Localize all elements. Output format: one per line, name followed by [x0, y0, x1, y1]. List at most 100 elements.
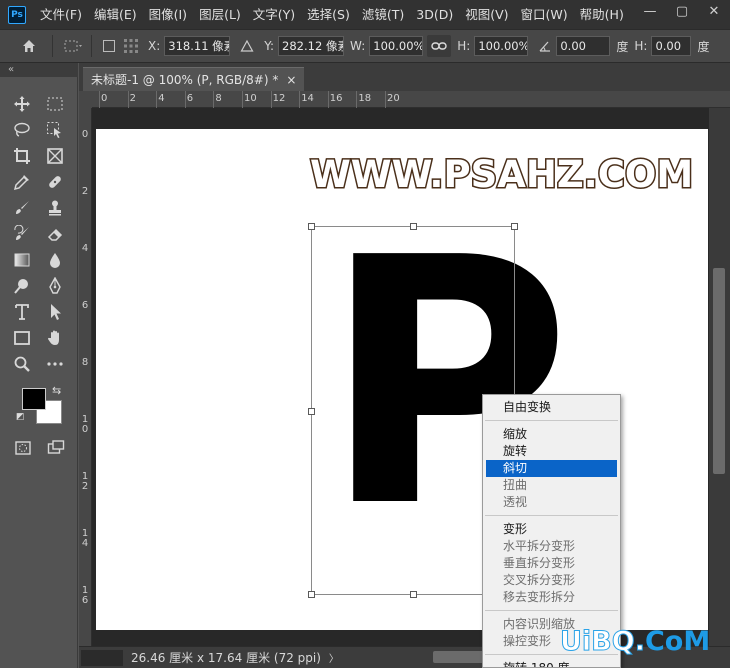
- more-tools-icon[interactable]: [43, 353, 67, 375]
- horizontal-ruler[interactable]: 0 2 4 6 8 10 12 14 16 18 20: [92, 91, 730, 108]
- ruler-label: 6: [186, 93, 194, 104]
- options-bar: X: 318.11 像素 Y: 282.12 像素 W: 100.00% H: …: [0, 29, 730, 63]
- marquee-tool-icon[interactable]: [43, 93, 67, 115]
- eyedropper-tool-icon[interactable]: [10, 171, 34, 193]
- minimize-button[interactable]: —: [634, 0, 666, 22]
- ruler-tick: [242, 91, 243, 108]
- menu-view[interactable]: 视图(V): [459, 0, 514, 29]
- document-tab-title: 未标题-1 @ 100% (P, RGB/8#) *: [91, 73, 279, 87]
- clone-stamp-tool-icon[interactable]: [43, 197, 67, 219]
- menu-separator: [485, 610, 618, 611]
- menu-item-skew[interactable]: 斜切: [486, 460, 617, 477]
- vertical-scrollbar[interactable]: [709, 108, 730, 646]
- menu-window[interactable]: 窗口(W): [515, 0, 574, 29]
- horizontal-skew-field[interactable]: 0.00: [651, 36, 692, 56]
- foreground-color-swatch[interactable]: [22, 388, 46, 410]
- ruler-label: 4: [81, 243, 89, 254]
- reference-point-checkbox[interactable]: [98, 35, 120, 57]
- width-scale-field[interactable]: 100.00%: [369, 36, 424, 56]
- blur-tool-icon[interactable]: [43, 249, 67, 271]
- maximize-button[interactable]: ▢: [666, 0, 698, 22]
- menu-3d[interactable]: 3D(D): [410, 0, 459, 29]
- close-button[interactable]: ✕: [698, 0, 730, 22]
- window-controls: — ▢ ✕: [634, 0, 730, 29]
- type-tool-icon[interactable]: [10, 301, 34, 323]
- menu-item-rotate[interactable]: 旋转: [483, 443, 620, 460]
- ruler-tick: [385, 91, 386, 108]
- toolbar-collapse-button[interactable]: «: [0, 63, 78, 77]
- zoom-tool-icon[interactable]: [10, 353, 34, 375]
- menu-filter[interactable]: 滤镜(T): [356, 0, 410, 29]
- dodge-tool-icon[interactable]: [10, 275, 34, 297]
- quick-mask-icon[interactable]: [11, 437, 35, 459]
- crop-tool-icon[interactable]: [10, 145, 34, 167]
- menu-layer[interactable]: 图层(L): [193, 0, 247, 29]
- menu-item-scale[interactable]: 缩放: [483, 426, 620, 443]
- eraser-tool-icon[interactable]: [43, 223, 67, 245]
- y-position-field[interactable]: 282.12 像素: [278, 36, 345, 56]
- x-position-field[interactable]: 318.11 像素: [164, 36, 231, 56]
- canvas-workspace[interactable]: WWW.PSAHZ.COM WWW.PSAHZ.COM P: [92, 108, 718, 646]
- rectangle-tool-icon[interactable]: [10, 327, 34, 349]
- menu-image[interactable]: 图像(I): [143, 0, 193, 29]
- menu-select[interactable]: 选择(S): [301, 0, 356, 29]
- ruler-tick: [184, 91, 186, 108]
- brush-tool-icon[interactable]: [10, 197, 34, 219]
- menu-item-split-warp-vertical[interactable]: 垂直拆分变形: [483, 555, 620, 572]
- ruler-label: 8: [81, 357, 89, 368]
- vertical-scrollbar-thumb[interactable]: [713, 268, 725, 474]
- object-selection-tool-icon[interactable]: [43, 119, 67, 141]
- document-size-info[interactable]: 26.46 厘米 x 17.64 厘米 (72 ppi): [131, 649, 321, 666]
- menu-item-split-warp-horizontal[interactable]: 水平拆分变形: [483, 538, 620, 555]
- y-label: Y:: [264, 39, 275, 53]
- close-tab-icon[interactable]: ×: [286, 73, 296, 87]
- menu-edit[interactable]: 编辑(E): [88, 0, 143, 29]
- frame-tool-icon[interactable]: [43, 145, 67, 167]
- link-icon[interactable]: [427, 35, 452, 57]
- menu-item-warp[interactable]: 变形: [483, 521, 620, 538]
- ruler-label: 1 4: [81, 528, 89, 549]
- menu-file[interactable]: 文件(F): [34, 0, 88, 29]
- photoshop-logo-icon[interactable]: Ps: [8, 5, 26, 24]
- ruler-tick: [99, 91, 100, 108]
- path-selection-tool-icon[interactable]: [43, 301, 67, 323]
- ruler-origin[interactable]: [79, 91, 92, 108]
- menu-item-perspective[interactable]: 透视: [483, 494, 620, 511]
- vertical-ruler[interactable]: 0 2 4 6 8 1 0 1 2 1 4 1 6: [79, 108, 92, 646]
- swap-colors-icon[interactable]: ⇆: [52, 384, 61, 397]
- status-menu-arrow-icon[interactable]: 〉: [329, 650, 339, 665]
- menu-separator: [485, 420, 618, 421]
- zoom-level-field[interactable]: [81, 649, 123, 666]
- menu-help[interactable]: 帮助(H): [574, 0, 630, 29]
- ruler-label: 16: [329, 93, 343, 104]
- menu-item-free-transform[interactable]: 自由变换: [483, 399, 620, 416]
- color-swatches: ⇆ ◩: [14, 384, 68, 428]
- history-brush-tool-icon[interactable]: [10, 223, 34, 245]
- relative-position-icon[interactable]: [236, 35, 258, 57]
- height-scale-field[interactable]: 100.00%: [474, 36, 529, 56]
- lasso-tool-icon[interactable]: [10, 119, 34, 141]
- pen-tool-icon[interactable]: [43, 275, 67, 297]
- hand-tool-icon[interactable]: [43, 327, 67, 349]
- menu-item-split-warp-crosswise[interactable]: 交叉拆分变形: [483, 572, 620, 589]
- document-tab-bar: 未标题-1 @ 100% (P, RGB/8#) * ×: [79, 63, 730, 91]
- menu-item-rotate-180[interactable]: 旋转 180 度: [483, 660, 620, 667]
- rotate-angle-icon: [534, 35, 556, 57]
- menu-type[interactable]: 文字(Y): [247, 0, 301, 29]
- tool-preset-icon[interactable]: [63, 35, 85, 57]
- healing-brush-tool-icon[interactable]: [43, 171, 67, 193]
- ruler-label: 0: [101, 93, 108, 104]
- divider: [52, 35, 53, 57]
- menu-item-remove-warp-split[interactable]: 移去变形拆分: [483, 589, 620, 606]
- rotation-field[interactable]: 0.00: [556, 36, 611, 56]
- menu-item-distort[interactable]: 扭曲: [483, 477, 620, 494]
- default-colors-icon[interactable]: ◩: [16, 412, 25, 422]
- home-icon[interactable]: [18, 35, 40, 57]
- move-tool-icon[interactable]: [10, 93, 34, 115]
- ruler-tick: [213, 91, 215, 108]
- ruler-label: 6: [81, 300, 89, 311]
- document-tab[interactable]: 未标题-1 @ 100% (P, RGB/8#) * ×: [83, 67, 305, 91]
- screen-mode-icon[interactable]: [44, 437, 68, 459]
- gradient-tool-icon[interactable]: [10, 249, 34, 271]
- reference-point-grid-icon[interactable]: [120, 35, 142, 57]
